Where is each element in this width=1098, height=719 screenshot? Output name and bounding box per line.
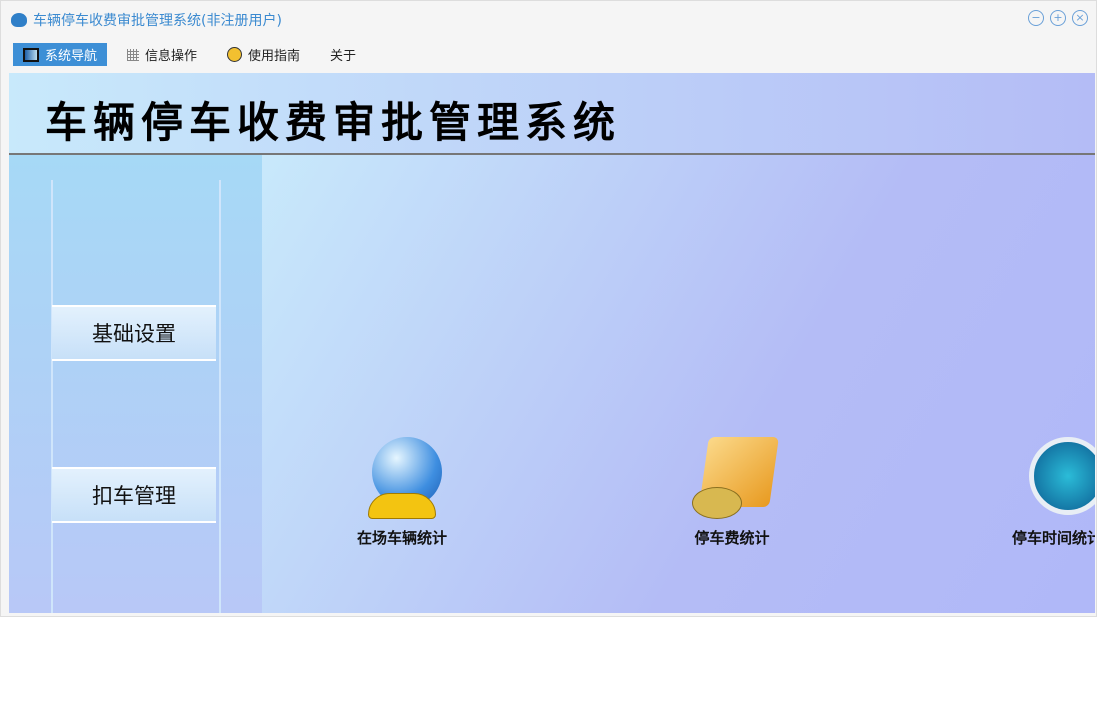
- menu-guide[interactable]: 使用指南: [217, 43, 310, 66]
- monitor-icon: [23, 47, 39, 62]
- menu-label: 关于: [330, 49, 357, 64]
- tile-label: 停车费统计: [694, 529, 770, 547]
- tile-vehicles-onsite[interactable]: 在场车辆统计: [357, 437, 447, 548]
- maximize-icon[interactable]: +: [1050, 10, 1066, 26]
- menu-label: 系统导航: [45, 49, 98, 64]
- tile-label: 在场车辆统计: [357, 529, 448, 547]
- title-bar: 车辆停车收费审批管理系统(非注册用户): [11, 10, 282, 30]
- menu-label: 信息操作: [145, 49, 198, 64]
- close-icon[interactable]: ×: [1072, 10, 1088, 26]
- clock-icon: [1017, 437, 1095, 521]
- app-logo-icon: [11, 13, 27, 27]
- menu-info-ops[interactable]: 信息操作: [117, 43, 207, 66]
- banner: 车辆停车收费审批管理系统: [9, 73, 1095, 155]
- sidebar: 基础设置 扣车管理: [9, 155, 262, 613]
- tile-label: 停车时间统计: [1012, 529, 1095, 547]
- tile-parking-fee[interactable]: 停车费统计: [692, 437, 779, 548]
- help-icon: [227, 47, 243, 62]
- menu-label: 使用指南: [248, 49, 301, 64]
- tile-parking-time[interactable]: 停车时间统计: [1012, 437, 1095, 548]
- sidebar-item-vehicle-detain[interactable]: 扣车管理: [52, 467, 216, 523]
- banner-title: 车辆停车收费审批管理系统: [45, 98, 622, 147]
- folder-coins-icon: [692, 437, 779, 521]
- main-panel: 车辆停车收费审批管理系统 基础设置 扣车管理 在场车辆统计 停车费统计 停车时间…: [9, 73, 1095, 613]
- minimize-icon[interactable]: −: [1028, 10, 1044, 26]
- grid-icon: [127, 48, 140, 61]
- app-window: 车辆停车收费审批管理系统(非注册用户) − + × 系统导航 信息操作 使用指南…: [0, 0, 1097, 617]
- menu-about[interactable]: 关于: [320, 43, 366, 66]
- sidebar-rail: [51, 180, 221, 613]
- window-title: 车辆停车收费审批管理系统(非注册用户): [33, 13, 282, 29]
- sidebar-item-basic-settings[interactable]: 基础设置: [52, 305, 216, 361]
- menu-system-nav[interactable]: 系统导航: [13, 43, 108, 66]
- globe-car-icon: [362, 437, 442, 521]
- content-area: 在场车辆统计 停车费统计 停车时间统计: [262, 155, 1095, 613]
- menu-bar: 系统导航 信息操作 使用指南 关于: [13, 43, 376, 66]
